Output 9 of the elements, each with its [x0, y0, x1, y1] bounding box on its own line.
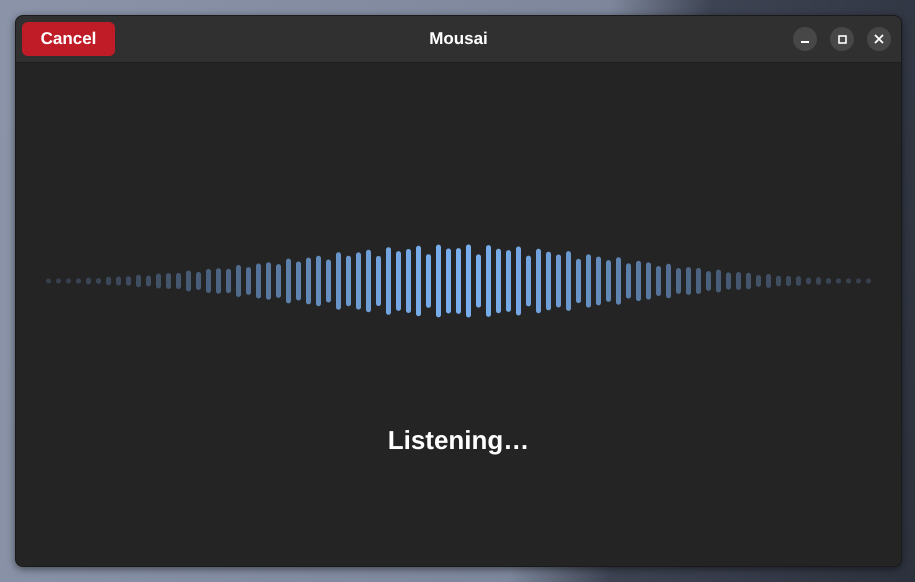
cancel-button[interactable]: Cancel — [22, 22, 115, 56]
maximize-button[interactable] — [830, 27, 854, 51]
minimize-button[interactable] — [793, 27, 817, 51]
maximize-icon — [838, 34, 846, 44]
window-title: Mousai — [429, 29, 488, 48]
close-icon — [874, 34, 884, 44]
status-text: Listening… — [388, 425, 530, 456]
close-button[interactable] — [867, 27, 891, 51]
minimize-icon — [801, 41, 809, 43]
